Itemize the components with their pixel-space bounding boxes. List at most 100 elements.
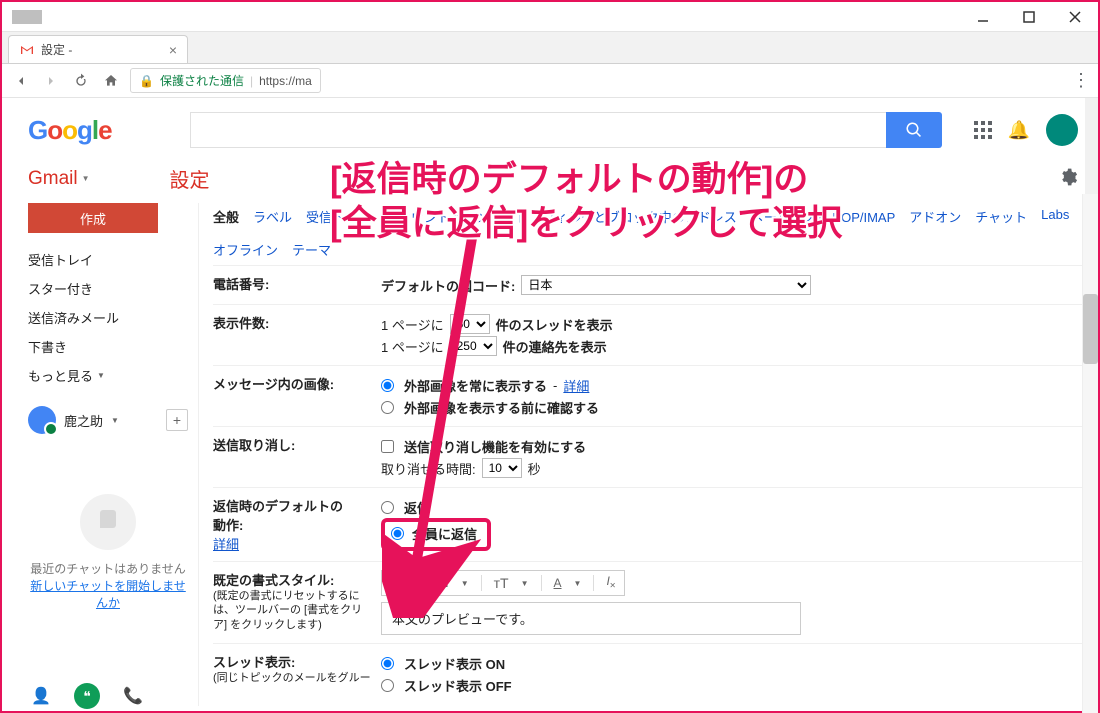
tab-close-icon[interactable]: × xyxy=(169,42,177,58)
hangouts-icon xyxy=(80,494,136,550)
tab-themes[interactable]: テーマ xyxy=(292,240,331,259)
clear-formatting-button[interactable]: I× xyxy=(606,574,615,591)
account-avatar[interactable] xyxy=(1046,114,1078,146)
text: スレッド表示 ON xyxy=(404,654,505,673)
images-ask-radio[interactable] xyxy=(381,401,394,414)
format-toolbar[interactable]: Sans Serif▼ тT▼ A▼ I× xyxy=(381,570,625,596)
obscured-region xyxy=(12,10,42,24)
sidebar-item-sent[interactable]: 送信済みメール xyxy=(28,303,188,332)
annotation-callout: [返信時のデフォルトの動作]の[全員に返信]をクリックして選択 xyxy=(330,158,842,246)
sidebar-item-drafts[interactable]: 下書き xyxy=(28,332,188,361)
chevron-down-icon: ▼ xyxy=(82,174,90,183)
text: 外部画像を表示する前に確認する xyxy=(404,398,599,417)
reply-detail-link[interactable]: 詳細 xyxy=(213,537,239,552)
window-titlebar xyxy=(2,2,1098,32)
undo-send-checkbox[interactable] xyxy=(381,440,394,453)
setting-undo-send: 送信取り消し: 送信取り消し機能を有効にする 取り消せる時間:10秒 xyxy=(213,426,1098,487)
forward-button[interactable] xyxy=(40,70,62,92)
address-bar[interactable]: 🔒 保護された通信 | https://ma xyxy=(130,68,321,93)
tab-general[interactable]: 全般 xyxy=(213,207,239,226)
text: 全員に返信 xyxy=(412,524,477,543)
home-button[interactable] xyxy=(100,70,122,92)
text: 返信 xyxy=(404,498,430,517)
tab-labs[interactable]: Labs xyxy=(1041,207,1069,226)
sidebar-more-toggle[interactable]: もっと見る▼ xyxy=(28,361,188,390)
setting-label: メッセージ内の画像: xyxy=(213,374,381,418)
back-button[interactable] xyxy=(10,70,32,92)
settings-gear-icon[interactable] xyxy=(1058,167,1078,190)
search-button[interactable] xyxy=(886,112,942,148)
font-family-picker[interactable]: Sans Serif xyxy=(390,576,449,590)
hangouts-footer: 👤 ❝ 📞 xyxy=(28,683,146,709)
phone-icon[interactable]: 📞 xyxy=(120,683,146,709)
thread-off-radio[interactable] xyxy=(381,679,394,692)
thread-on-radio[interactable] xyxy=(381,657,394,670)
browser-tab[interactable]: 設定 - × xyxy=(8,35,188,63)
images-detail-link[interactable]: 詳細 xyxy=(563,376,589,395)
tab-offline[interactable]: オフライン xyxy=(213,240,278,259)
tab-labels[interactable]: ラベル xyxy=(253,207,292,226)
gmail-product-switcher[interactable]: Gmail▼ xyxy=(28,168,90,190)
browser-tab-strip: 設定 - × xyxy=(2,32,1098,64)
threads-per-page-select[interactable]: 50 xyxy=(450,314,490,334)
contacts-icon[interactable]: 👤 xyxy=(28,683,54,709)
setting-phone: 電話番号: デフォルトの国コード: 日本 xyxy=(213,265,1098,304)
reload-button[interactable] xyxy=(70,70,92,92)
chevron-down-icon: ▼ xyxy=(97,371,105,380)
window-minimize-button[interactable] xyxy=(960,2,1006,31)
images-always-radio[interactable] xyxy=(381,379,394,392)
lock-icon: 🔒 xyxy=(139,74,154,88)
window-maximize-button[interactable] xyxy=(1006,2,1052,31)
setting-thread-view: スレッド表示: (同じトピックのメールをグルー スレッド表示 ON スレッド表示… xyxy=(213,643,1098,704)
google-logo[interactable]: Google xyxy=(28,115,112,146)
notifications-icon[interactable]: 🔔 xyxy=(1008,120,1030,141)
text: 1 ページに xyxy=(381,315,444,334)
url-fragment: https://ma xyxy=(259,74,312,88)
font-size-picker[interactable]: тT xyxy=(494,575,509,591)
user-presence-avatar[interactable] xyxy=(28,406,56,434)
reply-all-radio[interactable] xyxy=(391,527,404,540)
contacts-per-page-select[interactable]: 250 xyxy=(450,336,497,356)
sidebar-nav: 受信トレイ スター付き 送信済みメール 下書き もっと見る▼ xyxy=(28,245,188,390)
browser-menu-button[interactable]: ⋮ xyxy=(1072,70,1090,91)
secure-label: 保護された通信 xyxy=(160,72,244,89)
text: 外部画像を常に表示する xyxy=(404,376,547,395)
text: 件の連絡先を表示 xyxy=(503,337,607,356)
setting-label: 既定の書式スタイル: (既定の書式にリセットするには、ツールバーの [書式をクリ… xyxy=(213,570,381,635)
text-color-picker[interactable]: A xyxy=(554,576,562,590)
setting-label: スレッド表示: (同じトピックのメールをグルー xyxy=(213,652,381,696)
gmail-favicon-icon xyxy=(19,42,35,58)
undo-time-select[interactable]: 10 xyxy=(482,458,522,478)
chevron-down-icon[interactable]: ▼ xyxy=(111,416,119,425)
settings-scrollbar[interactable] xyxy=(1082,203,1098,706)
hangouts-account-row: 鹿之助 ▼ + xyxy=(28,406,188,434)
tab-chat[interactable]: チャット xyxy=(975,207,1027,226)
gmail-search xyxy=(190,112,942,148)
text: 送信取り消し機能を有効にする xyxy=(404,437,586,456)
account-name: 鹿之助 xyxy=(64,411,103,430)
apps-icon[interactable] xyxy=(974,121,992,139)
reply-radio[interactable] xyxy=(381,501,394,514)
text: 秒 xyxy=(528,459,541,478)
setting-label: 電話番号: xyxy=(213,274,381,296)
gmail-header: Google 🔔 xyxy=(2,98,1098,158)
search-input[interactable] xyxy=(190,112,886,148)
setting-label: 返信時のデフォルトの動作: 詳細 xyxy=(213,496,381,553)
sidebar-item-starred[interactable]: スター付き xyxy=(28,274,188,303)
window-close-button[interactable] xyxy=(1052,2,1098,31)
setting-default-reply: 返信時のデフォルトの動作: 詳細 返信 全員に返信 xyxy=(213,487,1098,561)
gmail-sidebar: 作成 受信トレイ スター付き 送信済みメール 下書き もっと見る▼ 鹿之助 ▼ … xyxy=(2,203,198,706)
style-preview: 本文のプレビューです。 xyxy=(381,602,801,635)
reply-all-option-highlight: 全員に返信 xyxy=(381,518,491,551)
hangouts-start-link[interactable]: 新しいチャットを開始しませんか xyxy=(30,579,186,610)
compose-button[interactable]: 作成 xyxy=(28,203,158,233)
hangouts-icon[interactable]: ❝ xyxy=(74,683,100,709)
hangouts-empty-state: 最近のチャットはありません 新しいチャットを開始しませんか xyxy=(28,494,188,611)
setting-images: メッセージ内の画像: 外部画像を常に表示する - 詳細 外部画像を表示する前に確… xyxy=(213,365,1098,426)
country-select[interactable]: 日本 xyxy=(521,275,811,295)
new-chat-button[interactable]: + xyxy=(166,409,188,431)
sidebar-item-inbox[interactable]: 受信トレイ xyxy=(28,245,188,274)
tab-addons[interactable]: アドオン xyxy=(909,207,961,226)
text: スレッド表示 OFF xyxy=(404,676,512,695)
hangouts-empty-text: 最近のチャットはありません xyxy=(28,560,188,577)
